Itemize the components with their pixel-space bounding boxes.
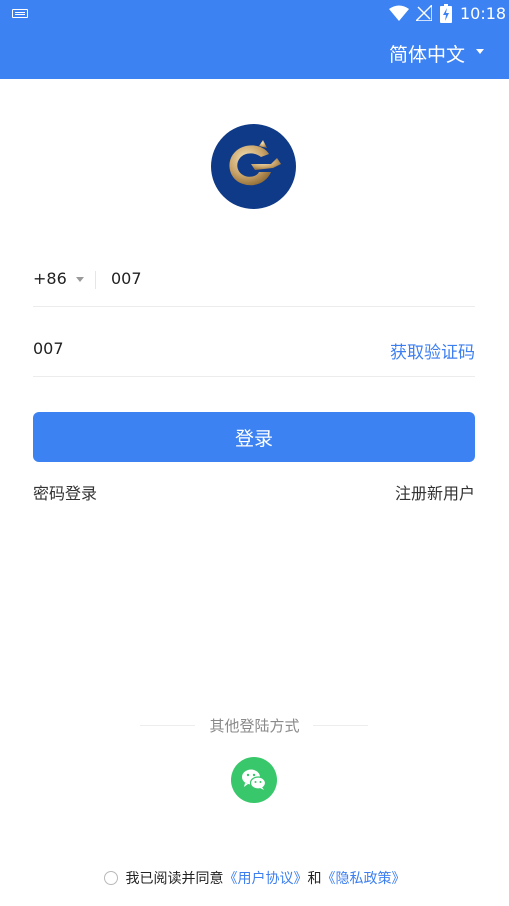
battery-charging-icon — [440, 4, 452, 23]
wifi-icon — [389, 5, 409, 21]
keyboard-icon — [12, 9, 28, 18]
phone-input-row: +86 007 — [33, 258, 475, 307]
status-bar: 10:18 — [0, 0, 509, 28]
code-input-row: 007 获取验证码 — [33, 328, 475, 377]
country-code-select[interactable]: +86 — [33, 269, 67, 288]
wechat-login-button[interactable] — [231, 757, 277, 803]
app-logo — [211, 124, 296, 209]
country-code-dropdown-icon[interactable] — [76, 277, 84, 282]
agreement-and-text: 和 — [307, 871, 322, 887]
divider — [95, 271, 96, 289]
get-code-button[interactable]: 获取验证码 — [390, 338, 475, 363]
language-selector[interactable]: 简体中文 — [389, 40, 465, 67]
password-login-link[interactable]: 密码登录 — [33, 480, 97, 504]
logo-emblem-icon — [219, 132, 287, 200]
phone-input[interactable]: 007 — [111, 269, 142, 288]
app-header: 10:18 简体中文 — [0, 0, 509, 79]
agree-checkbox[interactable] — [103, 871, 118, 885]
login-button-label: 登录 — [234, 427, 273, 450]
divider — [313, 725, 368, 726]
register-link[interactable]: 注册新用户 — [395, 480, 475, 504]
language-dropdown-icon[interactable] — [476, 49, 484, 54]
other-login-title: 其他登陆方式 — [209, 717, 300, 735]
privacy-policy-link[interactable]: 《隐私政策》 — [322, 868, 406, 888]
agreement-text: 我已阅读并同意 — [125, 871, 224, 887]
user-agreement-link[interactable]: 《用户协议》 — [224, 868, 308, 888]
signal-icon — [416, 5, 432, 21]
agreement-row: 我已阅读并同意 《用户协议》 和 《隐私政策》 — [0, 868, 509, 888]
verification-code-input[interactable]: 007 — [33, 339, 64, 358]
wechat-icon — [242, 769, 267, 790]
status-time: 10:18 — [460, 4, 507, 23]
login-button[interactable]: 登录 — [33, 412, 475, 462]
